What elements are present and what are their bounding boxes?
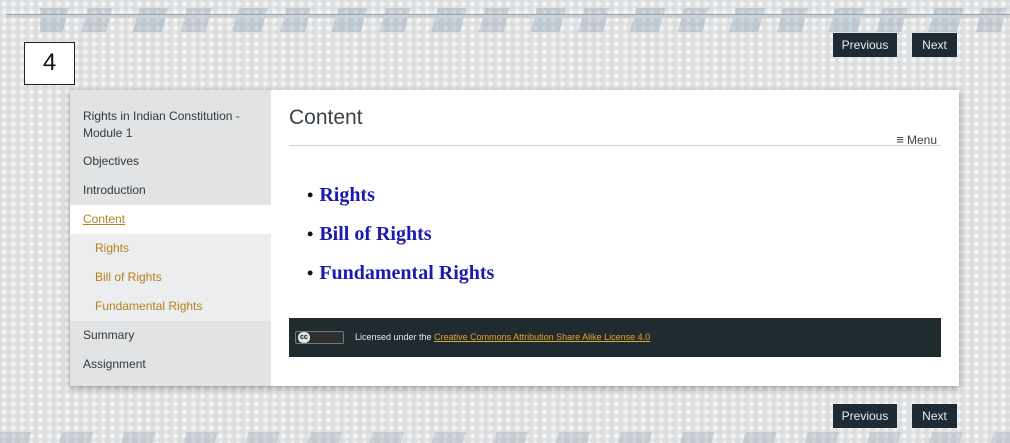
content-card: Rights in Indian Constitution - Module 1… [70, 90, 959, 386]
slide-number-box: 4 [24, 42, 75, 85]
sidebar-subitem-fundamental-rights[interactable]: Fundamental Rights [70, 292, 271, 321]
next-button-bottom[interactable]: Next [912, 404, 957, 428]
sidebar-item-assignment[interactable]: Assignment [70, 350, 271, 379]
license-footer: cc Licensed under the Creative Commons A… [289, 318, 941, 357]
page-title: Content [289, 106, 363, 129]
header-frame-line [6, 14, 1010, 18]
previous-button-bottom[interactable]: Previous [833, 404, 897, 428]
sidebar-item-objectives[interactable]: Objectives [70, 147, 271, 176]
sidebar-subitem-bill-of-rights[interactable]: Bill of Rights [70, 263, 271, 292]
sidebar: Rights in Indian Constitution - Module 1… [70, 90, 271, 386]
main-content: Content ≡ Menu • Rights • Bill of Rights • F… [271, 90, 959, 386]
cc-license-badge-icon[interactable]: cc [295, 331, 344, 344]
sidebar-module-title[interactable]: Rights in Indian Constitution - Module 1 [70, 108, 250, 142]
list-item: • Bill of Rights [307, 223, 432, 245]
content-bullet-list: • Rights • Bill of Rights • Fundamental Rig… [307, 183, 494, 300]
bullet-icon: • [307, 263, 314, 283]
title-divider [289, 145, 941, 146]
license-prefix-text: Licensed under the [355, 332, 435, 342]
decorative-footer-stripes [0, 432, 1010, 443]
next-button-top[interactable]: Next [912, 33, 957, 57]
bullet-icon: • [307, 185, 314, 205]
bullet-icon: • [307, 224, 314, 244]
license-link[interactable]: Creative Commons Attribution Share Alike… [434, 332, 650, 342]
previous-button-top[interactable]: Previous [833, 33, 897, 57]
decorative-header-stripes [40, 8, 1010, 32]
sidebar-item-content[interactable]: Content [70, 205, 271, 234]
sidebar-subitem-rights[interactable]: Rights [70, 234, 271, 263]
sidebar-item-summary[interactable]: Summary [70, 321, 271, 350]
sidebar-item-introduction[interactable]: Introduction [70, 176, 271, 205]
list-item: • Rights [307, 184, 375, 206]
list-item: • Fundamental Rights [307, 262, 495, 284]
